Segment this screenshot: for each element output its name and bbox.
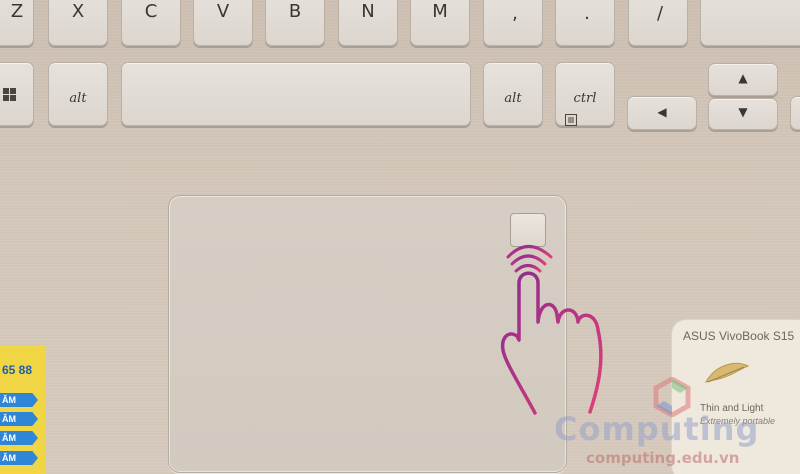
- key-c-label: C: [144, 1, 158, 22]
- key-alt-left[interactable]: alt: [48, 62, 108, 126]
- key-slash-label: /: [656, 3, 664, 24]
- arrow-down-icon: ▼: [738, 105, 748, 119]
- arrow-left-icon: ◀: [657, 105, 667, 119]
- sticker-tag: ĂM: [0, 431, 38, 445]
- key-period[interactable]: > .: [555, 0, 615, 46]
- key-c[interactable]: C: [121, 0, 181, 46]
- windows-icon: [3, 87, 17, 106]
- key-arrow-down[interactable]: ▼: [708, 98, 778, 130]
- key-x-label: X: [71, 1, 85, 22]
- key-z-label: Z: [10, 1, 24, 22]
- key-v[interactable]: V: [193, 0, 253, 46]
- key-n[interactable]: N: [338, 0, 398, 46]
- sticker-tag: ĂM: [0, 393, 38, 407]
- key-arrow-up[interactable]: ▲: [708, 63, 778, 96]
- key-n-label: N: [361, 1, 375, 22]
- arrow-up-icon: ▲: [738, 71, 748, 85]
- key-comma-label: ,: [512, 3, 518, 24]
- key-windows[interactable]: [0, 62, 34, 126]
- key-alt-right-label: alt: [504, 91, 522, 106]
- key-ctrl-right-label: ctrl: [573, 91, 597, 106]
- key-period-label: .: [584, 3, 590, 24]
- touchpad[interactable]: [168, 195, 567, 473]
- key-v-label: V: [216, 1, 230, 22]
- key-z[interactable]: Z: [0, 0, 34, 46]
- watermark-url: computing.edu.vn: [586, 449, 740, 467]
- sticker-tag: ĂM: [0, 412, 38, 426]
- key-arrow-right[interactable]: [790, 96, 800, 130]
- sticker-number: 65 88: [2, 363, 33, 377]
- key-alt-right[interactable]: alt: [483, 62, 543, 126]
- key-m[interactable]: M: [410, 0, 470, 46]
- key-b[interactable]: B: [265, 0, 325, 46]
- key-comma[interactable]: < ,: [483, 0, 543, 46]
- key-x[interactable]: X: [48, 0, 108, 46]
- promo-sticker-left: 65 88 ĂM ĂM ĂM ĂM: [0, 345, 45, 474]
- key-right-shift[interactable]: [700, 0, 800, 46]
- sticker-tag: ĂM: [0, 451, 38, 465]
- feather-icon: [704, 360, 750, 391]
- fingerprint-sensor[interactable]: [510, 213, 546, 247]
- watermark-word: Computing: [554, 410, 760, 448]
- key-b-label: B: [288, 1, 302, 22]
- key-m-label: M: [432, 1, 448, 22]
- key-spacebar[interactable]: [121, 62, 471, 126]
- key-arrow-left[interactable]: ◀: [627, 96, 697, 130]
- key-ctrl-right[interactable]: ctrl: [555, 62, 615, 126]
- menu-icon: [565, 111, 577, 130]
- sticker-brand: ASUS VivoBook S15: [683, 329, 795, 343]
- key-alt-left-label: alt: [69, 91, 87, 106]
- key-slash[interactable]: ? /: [628, 0, 688, 46]
